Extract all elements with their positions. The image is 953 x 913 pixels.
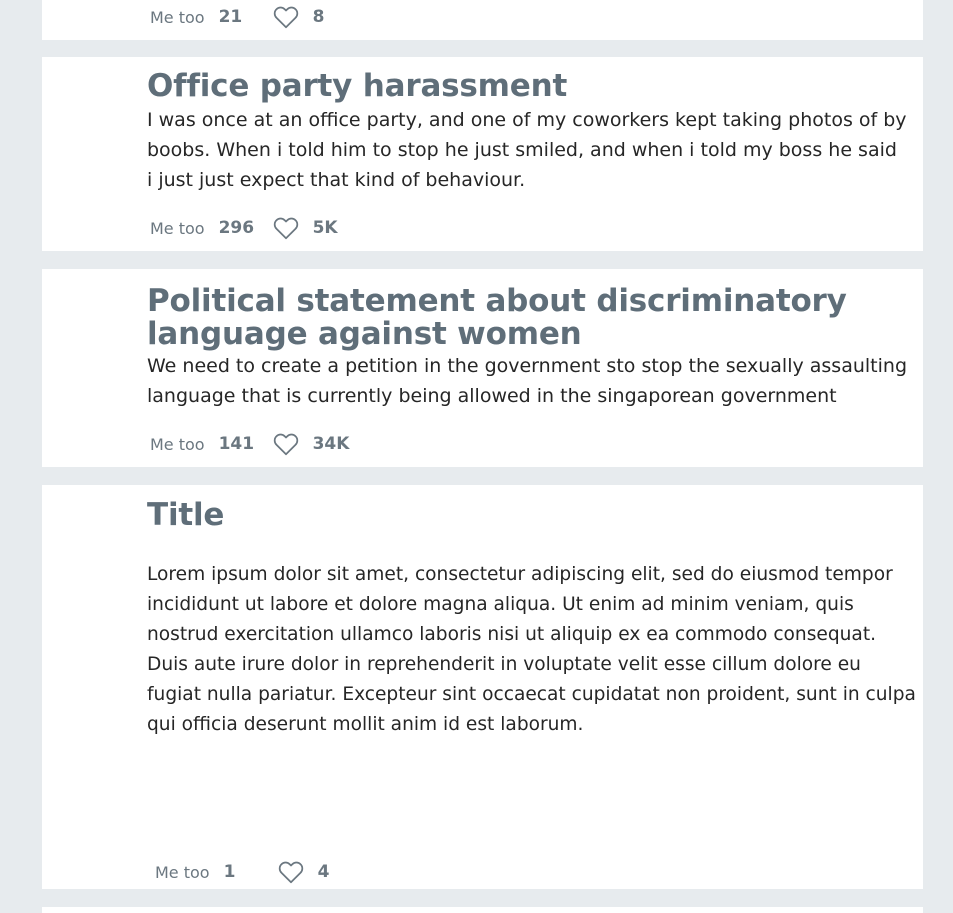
- post-body: I was once at an office party, and one o…: [147, 109, 907, 191]
- heart-icon[interactable]: [273, 215, 299, 241]
- post-card[interactable]: Political statement about discriminatory…: [42, 269, 923, 467]
- post-card[interactable]: Office party harassment I was once at an…: [42, 57, 923, 251]
- like-count: 4: [317, 862, 330, 882]
- post-title[interactable]: Office party harassment: [147, 70, 567, 103]
- post-feed: Me too 21 8 Office party harassment I wa…: [0, 0, 953, 913]
- post-stats: Me too 141 34K: [150, 431, 349, 457]
- me-too-count: 296: [218, 218, 255, 238]
- me-too-count: 141: [218, 434, 255, 454]
- like-count: 34K: [312, 434, 350, 454]
- post-card[interactable]: [42, 907, 923, 913]
- heart-icon[interactable]: [273, 431, 299, 457]
- post-card[interactable]: Title Lorem ipsum dolor sit amet, consec…: [42, 485, 923, 889]
- like-count: 8: [312, 7, 325, 27]
- me-too-button[interactable]: Me too: [155, 863, 210, 882]
- post-stats: Me too 296 5K: [150, 215, 338, 241]
- post-stats: Me too 21 8: [150, 4, 324, 30]
- post-stats: Me too 1 4: [155, 859, 329, 885]
- post-body: We need to create a petition in the gove…: [147, 355, 907, 407]
- me-too-button[interactable]: Me too: [150, 8, 205, 27]
- me-too-button[interactable]: Me too: [150, 435, 205, 454]
- me-too-count: 1: [223, 862, 236, 882]
- me-too-button[interactable]: Me too: [150, 219, 205, 238]
- like-count: 5K: [312, 218, 338, 238]
- post-title[interactable]: Political statement about discriminatory…: [147, 285, 847, 351]
- post-body: Lorem ipsum dolor sit amet, consectetur …: [147, 564, 916, 735]
- me-too-count: 21: [218, 7, 243, 27]
- post-title[interactable]: Title: [147, 499, 224, 532]
- heart-icon[interactable]: [278, 859, 304, 885]
- post-card[interactable]: Me too 21 8: [42, 0, 923, 40]
- heart-icon[interactable]: [273, 4, 299, 30]
